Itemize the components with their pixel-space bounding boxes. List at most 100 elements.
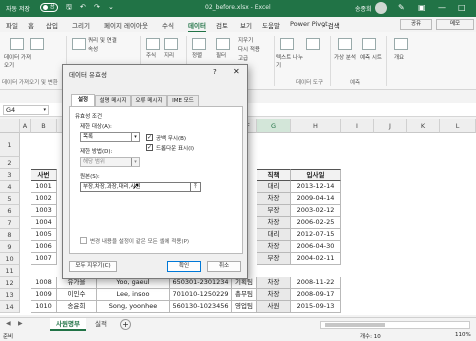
tab-error-alert[interactable]: 오류 메시지	[131, 95, 167, 106]
row-header[interactable]: 6	[0, 205, 20, 217]
table-cell-id[interactable]: 1007	[31, 253, 57, 265]
range-select-icon[interactable]: ⤒	[190, 182, 201, 192]
table-cell-position[interactable]: 차장	[257, 277, 291, 289]
coauthor-icon[interactable]: ✎	[398, 3, 405, 12]
close-icon[interactable]: ✕	[233, 67, 240, 76]
tab-review[interactable]: 검토	[216, 20, 228, 30]
table-cell-eng-name[interactable]: Song, yoonhee	[97, 301, 170, 313]
header-cell-id[interactable]: 사번	[31, 169, 57, 181]
table-cell-date[interactable]: 2012-07-15	[291, 229, 341, 241]
row-header[interactable]: 13	[0, 289, 20, 301]
table-cell-date[interactable]: 2015-09-13	[291, 301, 341, 313]
clear-all-button[interactable]: 모두 지우기(C)	[69, 261, 117, 272]
row-header[interactable]: 7	[0, 217, 20, 229]
undo-icon[interactable]: ↶	[80, 3, 86, 11]
text-to-columns-icon[interactable]	[280, 38, 294, 50]
table-cell-date[interactable]: 2013-12-14	[291, 181, 341, 193]
table-cell-position[interactable]: 차장	[257, 241, 291, 253]
sort-button[interactable]: 정렬	[192, 52, 202, 60]
table-cell-date[interactable]: 2009-04-14	[291, 193, 341, 205]
table-cell-dept[interactable]: 총무팀	[232, 289, 257, 301]
table-cell-name[interactable]: 송윤희	[57, 301, 97, 313]
table-cell-position[interactable]: 사원	[257, 301, 291, 313]
tab-help[interactable]: 도움말	[262, 20, 280, 30]
table-cell-id[interactable]: 1002	[31, 193, 57, 205]
table-cell-date[interactable]: 2003-02-12	[291, 205, 341, 217]
row-header[interactable]: 2	[0, 157, 20, 169]
data-tools-icon[interactable]	[306, 38, 320, 50]
table-cell-date[interactable]: 2006-04-30	[291, 241, 341, 253]
maximize-icon[interactable]: □	[458, 3, 466, 12]
row-header[interactable]: 8	[0, 229, 20, 241]
get-data-button[interactable]: 데이터 가져오기	[4, 54, 34, 70]
ok-button[interactable]: 확인	[167, 261, 201, 272]
get-data-icon[interactable]	[10, 38, 24, 50]
sheet-tab-performance[interactable]: 실적	[88, 318, 114, 331]
header-cell-join-date[interactable]: 입사일	[291, 169, 341, 181]
queries-connections[interactable]: 쿼리 및 연결	[88, 37, 117, 45]
table-cell-position[interactable]: 부장	[257, 205, 291, 217]
comments-button[interactable]: 메모	[436, 19, 474, 30]
ignore-blank-checkbox[interactable]: ✓	[146, 134, 153, 141]
filter-button[interactable]: 필터	[216, 52, 226, 60]
source-input[interactable]: 부장,차장,과장,대리,사원	[80, 182, 200, 192]
column-header-b[interactable]: B	[31, 119, 57, 133]
tab-formulas[interactable]: 수식	[162, 20, 174, 30]
tab-insert[interactable]: 삽입	[46, 20, 58, 30]
table-cell-id[interactable]: 1010	[31, 301, 57, 313]
sort-icon[interactable]	[192, 38, 206, 50]
add-sheet-icon[interactable]: +	[120, 319, 131, 330]
row-header[interactable]: 4	[0, 181, 20, 193]
table-cell-id[interactable]: 1004	[31, 217, 57, 229]
table-cell-date[interactable]: 2006-02-25	[291, 217, 341, 229]
outline-button[interactable]: 개요	[394, 54, 404, 62]
filter-icon[interactable]	[216, 38, 230, 50]
save-icon[interactable]: 🖫	[66, 3, 72, 14]
help-icon[interactable]: ?	[213, 68, 217, 76]
row-header[interactable]: 9	[0, 241, 20, 253]
tab-input-message[interactable]: 설명 메시지	[95, 95, 131, 106]
tab-file[interactable]: 파일	[6, 20, 18, 30]
minimize-icon[interactable]: —	[438, 3, 446, 12]
header-cell-position[interactable]: 직책	[257, 169, 291, 181]
row-header[interactable]: 5	[0, 193, 20, 205]
geography-icon[interactable]	[164, 38, 178, 50]
table-cell-date[interactable]: 2008-09-17	[291, 289, 341, 301]
row-header[interactable]: 11	[0, 265, 20, 277]
column-header-k[interactable]: K	[407, 119, 440, 133]
row-header[interactable]: 14	[0, 301, 20, 313]
table-cell-eng-name[interactable]: Lee, insoo	[97, 289, 170, 301]
row-header[interactable]: 12	[0, 277, 20, 289]
horizontal-scrollbar[interactable]	[320, 321, 470, 329]
zoom-level[interactable]: 110%	[455, 332, 471, 338]
forecast-sheet-button[interactable]: 예측 시트	[360, 54, 382, 62]
forecast-sheet-icon[interactable]	[362, 38, 376, 50]
table-cell-position[interactable]: 대리	[257, 229, 291, 241]
tab-draw[interactable]: 그리기	[72, 20, 90, 30]
prev-sheet-icon[interactable]: ◀	[6, 320, 11, 327]
share-button[interactable]: 공유	[400, 19, 432, 30]
allow-select[interactable]: 목록 ▾	[80, 132, 140, 142]
avatar[interactable]	[375, 2, 387, 14]
table-cell-id[interactable]: 1003	[31, 205, 57, 217]
table-cell-position[interactable]: 부장	[257, 253, 291, 265]
table-cell-date[interactable]: 2008-11-22	[291, 277, 341, 289]
tab-settings[interactable]: 설정	[71, 94, 95, 106]
outline-icon[interactable]	[394, 38, 408, 50]
properties-button[interactable]: 속성	[88, 46, 98, 54]
table-cell-id[interactable]: 1005	[31, 229, 57, 241]
table-cell-id[interactable]: 1008	[31, 277, 57, 289]
stocks-button[interactable]: 주식	[146, 52, 156, 60]
ribbon-display-icon[interactable]: ▣	[418, 3, 426, 12]
text-to-columns-button[interactable]: 텍스트 나누기	[276, 54, 306, 70]
tab-page-layout[interactable]: 페이지 레이아웃	[104, 20, 148, 30]
row-header[interactable]: 3	[0, 169, 20, 181]
cancel-button[interactable]: 취소	[207, 261, 241, 272]
column-header-g[interactable]: G	[257, 119, 291, 133]
scroll-thumb[interactable]	[325, 323, 385, 327]
table-cell-id[interactable]: 1006	[31, 241, 57, 253]
column-header-j[interactable]: J	[374, 119, 407, 133]
table-cell-position[interactable]: 차장	[257, 217, 291, 229]
column-header-l[interactable]: L	[440, 119, 476, 133]
table-cell-ssn[interactable]: 560130-1023456	[170, 301, 232, 313]
